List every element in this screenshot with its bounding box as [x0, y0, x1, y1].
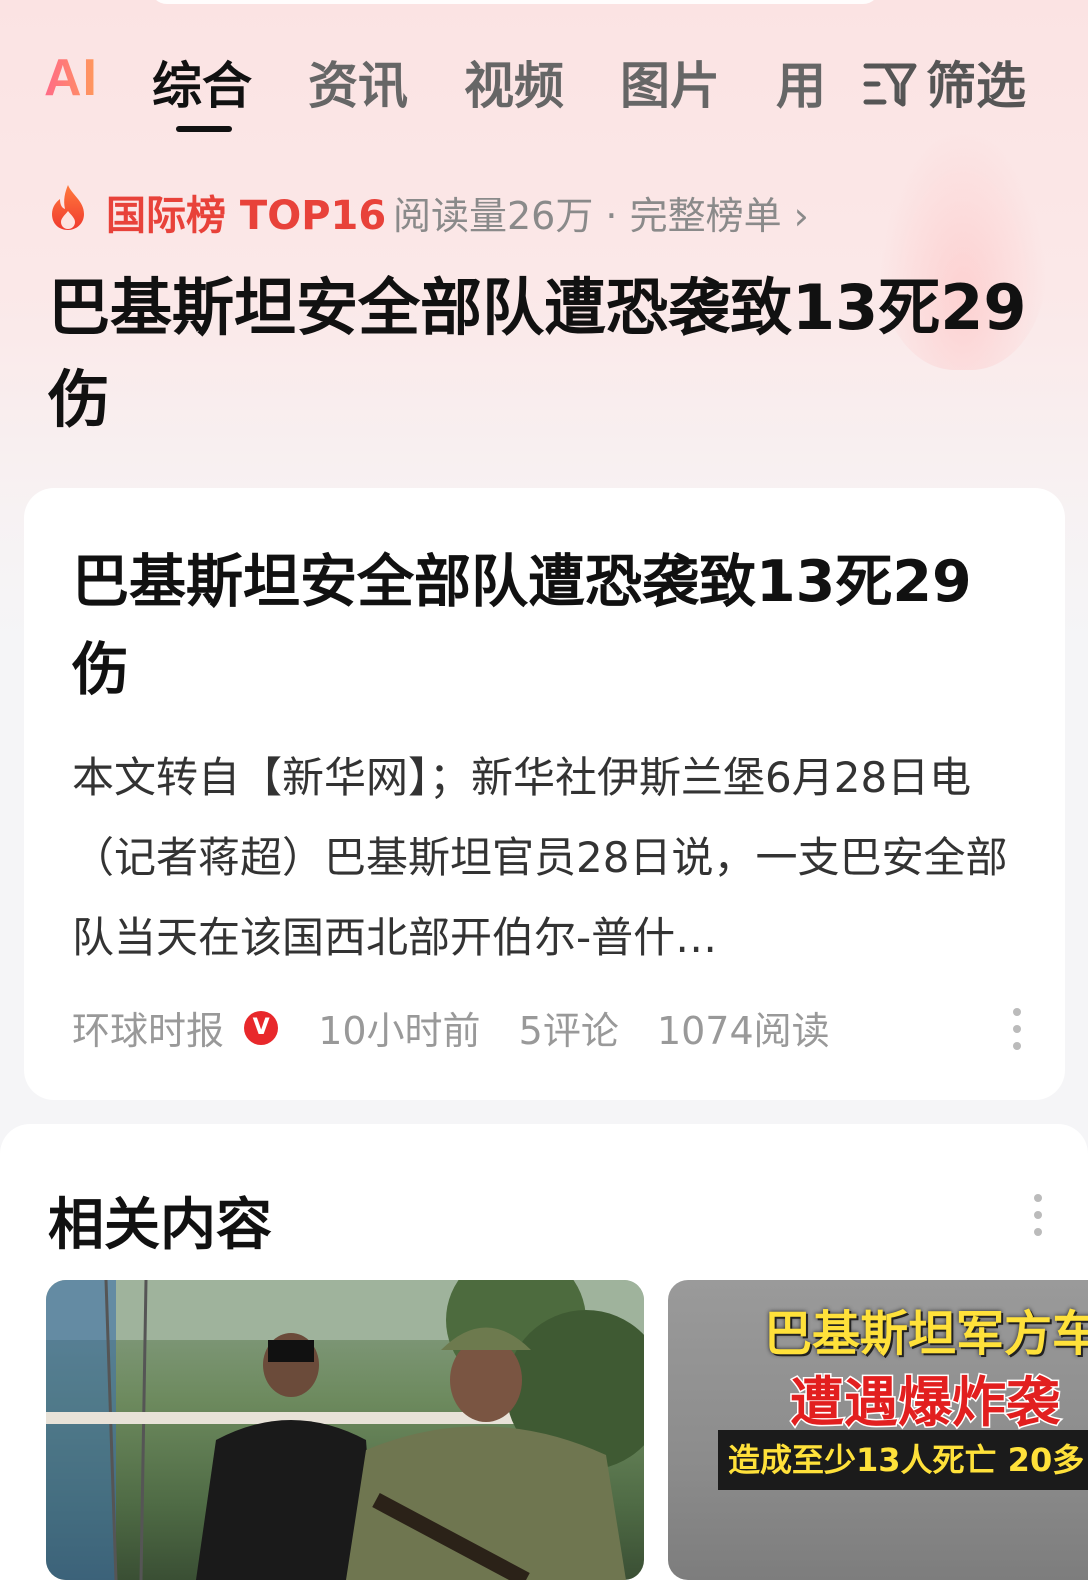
- tab-users[interactable]: 用: [776, 46, 826, 118]
- thumb2-caption-2: 遭遇爆炸袭: [789, 1370, 1062, 1436]
- tab-news[interactable]: 资讯: [308, 46, 408, 118]
- related-more-icon[interactable]: [1034, 1194, 1042, 1245]
- read-count: 1074阅读: [656, 1009, 830, 1053]
- thumb2-caption-1: 巴基斯坦军方车: [764, 1306, 1088, 1362]
- ranking-label: 国际榜 TOP16: [106, 193, 387, 239]
- active-tab-indicator: [176, 126, 232, 132]
- search-bar-edge[interactable]: [150, 0, 880, 4]
- filter-icon: [862, 60, 918, 120]
- tab-bar: AI 综合 资讯 视频 图片 用 筛选: [0, 40, 1088, 140]
- source-name[interactable]: 环球时报: [72, 1000, 224, 1055]
- soldiers-photo-icon: [46, 1280, 644, 1580]
- tab-images[interactable]: 图片: [620, 46, 720, 118]
- fire-icon: [52, 185, 84, 230]
- related-title: 相关内容: [48, 1193, 272, 1258]
- thumb2-caption-3: 造成至少13人死亡 20多: [718, 1430, 1088, 1490]
- related-thumbnail-2[interactable]: 巴基斯坦军方车 遭遇爆炸袭 造成至少13人死亡 20多: [668, 1280, 1088, 1580]
- filter-button[interactable]: 筛选: [862, 46, 1026, 120]
- ranking-meta-link[interactable]: 阅读量26万 · 完整榜单 ›: [393, 185, 809, 240]
- filter-label: 筛选: [926, 57, 1026, 115]
- tab-video[interactable]: 视频: [464, 46, 564, 118]
- related-section: 相关内容 巴基斯坦军方车 遭遇爆炸袭 造成至少13人死亡 20多: [0, 1124, 1088, 1584]
- more-options-icon[interactable]: [1013, 1008, 1021, 1059]
- publish-time: 10小时前: [318, 1009, 481, 1053]
- topic-headline: 巴基斯坦安全部队遭恐袭致13死29伤: [48, 271, 1027, 436]
- news-card[interactable]: 巴基斯坦安全部队遭恐袭致13死29伤 本文转自【新华网】；新华社伊斯兰堡6月28…: [24, 488, 1065, 1100]
- card-summary: 本文转自【新华网】；新华社伊斯兰堡6月28日电（记者蒋超）巴基斯坦官员28日说，…: [72, 753, 1008, 962]
- verified-icon: V: [244, 1010, 279, 1045]
- card-meta: 环球时报 V 10小时前 5评论 1074阅读: [72, 1000, 830, 1055]
- tab-comprehensive[interactable]: 综合: [152, 46, 252, 118]
- ai-tab[interactable]: AI: [44, 48, 98, 108]
- comment-count: 5评论: [518, 1009, 619, 1053]
- card-title[interactable]: 巴基斯坦安全部队遭恐袭致13死29伤: [72, 538, 1022, 714]
- related-thumbnail-1[interactable]: [46, 1280, 644, 1580]
